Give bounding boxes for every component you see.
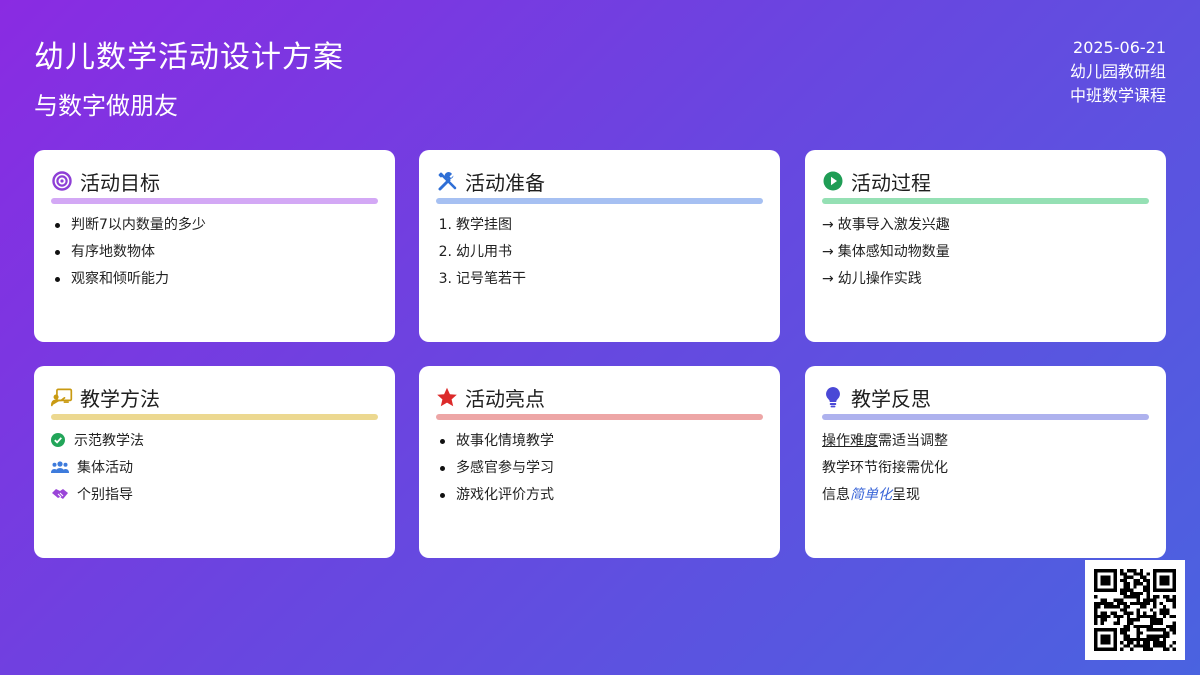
reflection-title: 教学反思 bbox=[851, 386, 931, 411]
qr-code-icon bbox=[1085, 560, 1185, 660]
handshake-icon bbox=[51, 487, 69, 502]
date-label: 2025-06-21 bbox=[1073, 38, 1166, 57]
header-left: 幼儿数学活动设计方案 与数字做朋友 bbox=[34, 32, 344, 121]
highlights-title: 活动亮点 bbox=[465, 386, 545, 411]
target-icon bbox=[51, 170, 73, 192]
list-item: 操作难度需适当调整 bbox=[822, 433, 948, 449]
list-item: 信息简单化呈现 bbox=[822, 487, 920, 503]
reflection-divider bbox=[822, 414, 1149, 420]
tools-icon bbox=[436, 170, 458, 192]
process-divider bbox=[822, 198, 1149, 204]
goals-card: 活动目标 判断7以内数量的多少 有序地数物体 观察和倾听能力 bbox=[34, 150, 395, 342]
prep-title: 活动准备 bbox=[465, 170, 545, 195]
goals-divider bbox=[51, 198, 378, 204]
list-item: 游戏化评价方式 bbox=[436, 486, 763, 513]
list-item: → 故事导入激发兴趣 bbox=[822, 217, 950, 233]
list-item: 观察和倾听能力 bbox=[51, 270, 378, 297]
page-subtitle: 与数字做朋友 bbox=[34, 92, 178, 120]
list-item: 2. 幼儿用书 bbox=[438, 244, 512, 260]
header-right: 2025-06-21 幼儿园教研组 中班数学课程 bbox=[1070, 36, 1166, 108]
users-icon bbox=[51, 460, 69, 475]
star-icon bbox=[436, 386, 458, 408]
list-item: 教学环节衔接需优化 bbox=[822, 460, 948, 476]
lightbulb-icon bbox=[822, 386, 844, 408]
org-label: 幼儿园教研组 bbox=[1069, 62, 1166, 81]
methods-divider bbox=[51, 414, 378, 420]
goals-title: 活动目标 bbox=[80, 170, 160, 195]
highlights-card: 活动亮点 故事化情境教学 多感官参与学习 游戏化评价方式 bbox=[419, 366, 780, 558]
methods-card: 教学方法 示范教学法 集体活动 个别指导 bbox=[34, 366, 395, 558]
list-item: 集体活动 bbox=[51, 459, 378, 486]
teacher-icon bbox=[51, 386, 73, 408]
list-item: 1. 教学挂图 bbox=[438, 217, 512, 233]
check-circle-icon bbox=[51, 433, 66, 448]
list-item: → 集体感知动物数量 bbox=[822, 244, 950, 260]
highlights-divider bbox=[436, 414, 763, 420]
course-label: 中班数学课程 bbox=[1069, 86, 1166, 105]
process-title: 活动过程 bbox=[851, 170, 931, 195]
page-title: 幼儿数学活动设计方案 bbox=[34, 40, 344, 75]
list-item: 示范教学法 bbox=[51, 432, 378, 459]
list-item: 故事化情境教学 bbox=[436, 432, 763, 459]
list-item: → 幼儿操作实践 bbox=[822, 271, 922, 287]
list-item: 3. 记号笔若干 bbox=[438, 271, 526, 287]
prep-divider bbox=[436, 198, 763, 204]
list-item: 有序地数物体 bbox=[51, 243, 378, 270]
list-item: 个别指导 bbox=[51, 486, 378, 513]
process-card: 活动过程 → 故事导入激发兴趣 → 集体感知动物数量 → 幼儿操作实践 bbox=[805, 150, 1166, 342]
reflection-card: 教学反思 操作难度需适当调整 教学环节衔接需优化 信息简单化呈现 bbox=[805, 366, 1166, 558]
prep-card: 活动准备 1. 教学挂图 2. 幼儿用书 3. 记号笔若干 bbox=[419, 150, 780, 342]
methods-title: 教学方法 bbox=[80, 386, 160, 411]
play-icon bbox=[822, 170, 844, 192]
list-item: 多感官参与学习 bbox=[436, 459, 763, 486]
list-item: 判断7以内数量的多少 bbox=[51, 216, 378, 243]
